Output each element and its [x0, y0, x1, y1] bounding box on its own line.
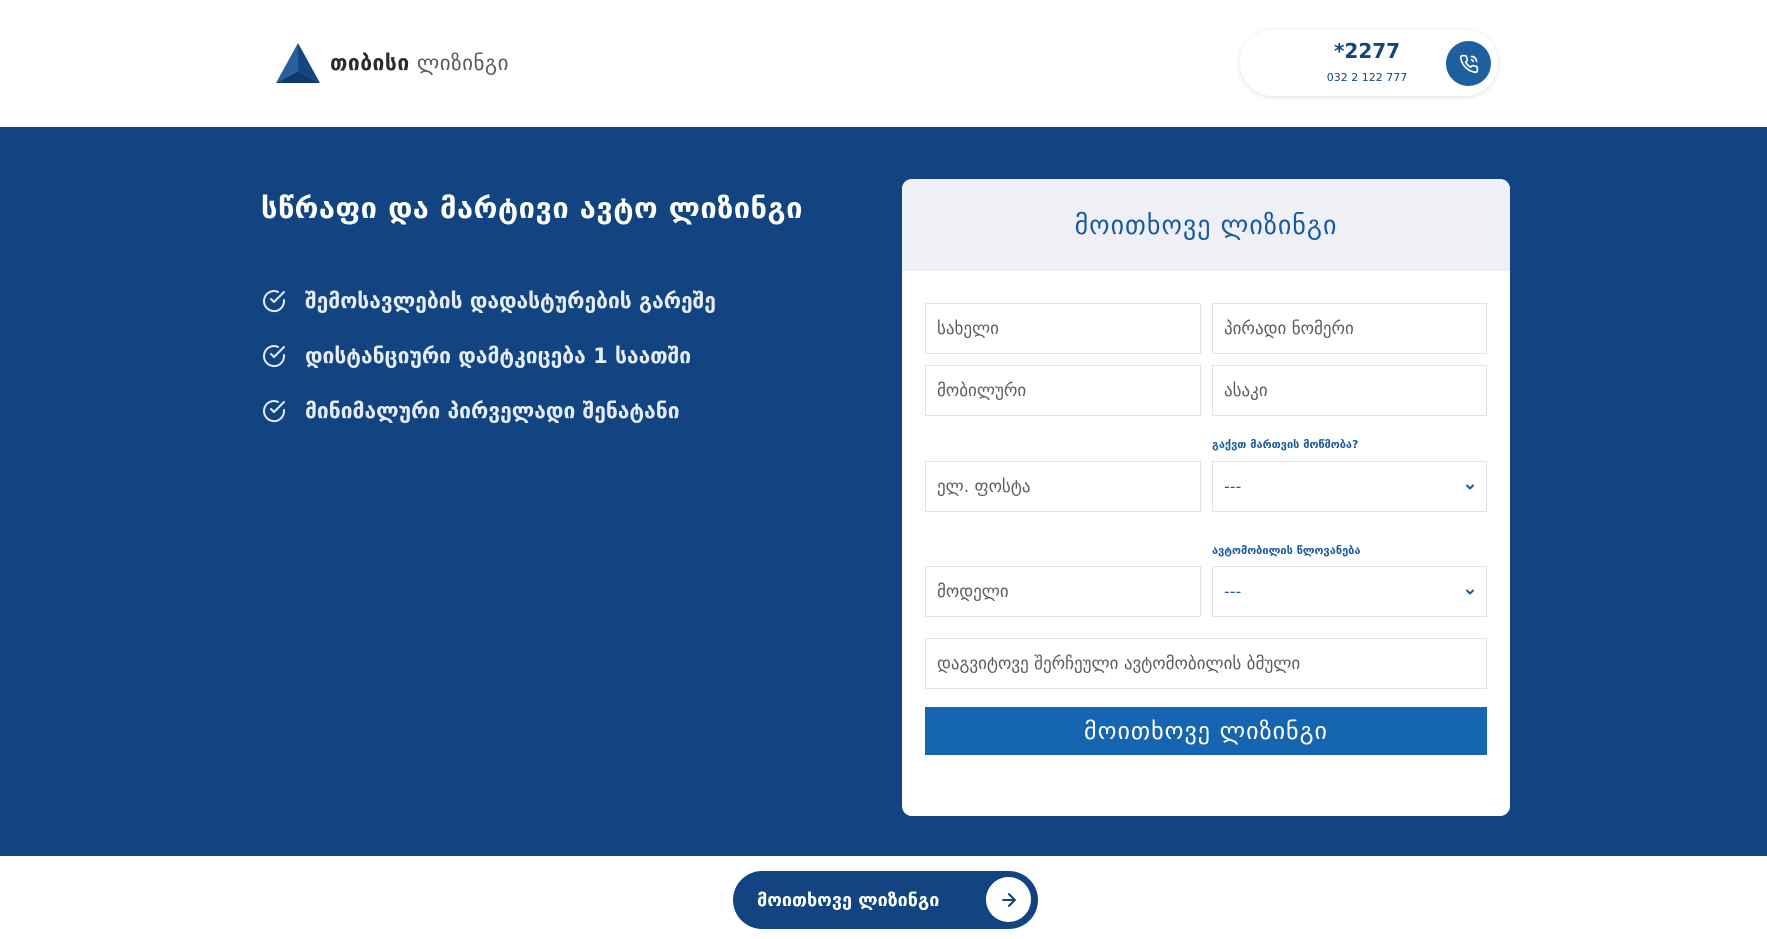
form-header: მოითხოვე ლიზინგი: [902, 179, 1510, 271]
car-year-select[interactable]: ---: [1212, 566, 1487, 617]
chevron-down-icon: [1466, 484, 1474, 490]
logo-mark-icon: [276, 43, 320, 83]
hero-title: სწრაფი და მარტივი ავტო ლიზინგი: [261, 191, 803, 225]
car-link-input[interactable]: [925, 638, 1487, 689]
license-select-value: ---: [1224, 477, 1242, 496]
feature-text: დისტანციური დამტკიცება 1 საათში: [305, 343, 692, 368]
form-title: მოითხოვე ლიზინგი: [1074, 211, 1338, 241]
logo-text-bold: თიბისი: [330, 51, 410, 75]
phone-short-number: *2277: [1333, 39, 1401, 63]
check-circle-icon: [263, 399, 286, 422]
logo[interactable]: თიბისი ლიზინგი: [274, 41, 509, 85]
feature-item: შემოსავლების დადასტურების გარეშე: [261, 273, 716, 328]
check-circle-icon: [263, 289, 286, 312]
hero-section: სწრაფი და მარტივი ავტო ლიზინგი შემოსავლე…: [0, 127, 1767, 856]
phone-long-number: 032 2 122 777: [1326, 71, 1408, 84]
logo-text-light: ლიზინგი: [416, 51, 510, 75]
age-input[interactable]: [1212, 365, 1487, 416]
personal-id-input[interactable]: [1212, 303, 1487, 354]
cta-button[interactable]: მოითხოვე ლიზინგი: [733, 871, 1038, 929]
mobile-input[interactable]: [925, 365, 1201, 416]
site-header: თიბისი ლიზინგი *2277 032 2 122 777: [0, 0, 1767, 127]
logo-text: თიბისი ლიზინგი: [330, 51, 509, 75]
check-circle-icon: [263, 344, 286, 367]
feature-item: მინიმალური პირველადი შენატანი: [261, 383, 716, 438]
feature-text: შემოსავლების დადასტურების გარეშე: [305, 288, 716, 313]
car-year-label: ავტომობილის წლოვანება: [1212, 544, 1361, 557]
chevron-down-icon: [1466, 589, 1474, 595]
leasing-request-form: მოითხოვე ლიზინგი გაქვთ მართვის მოწმობა? …: [902, 179, 1510, 816]
cta-label: მოითხოვე ლიზინგი: [757, 889, 940, 911]
phone-icon: [1459, 54, 1478, 73]
feature-text: მინიმალური პირველადი შენატანი: [305, 398, 680, 423]
license-label: გაქვთ მართვის მოწმობა?: [1212, 438, 1359, 451]
car-year-select-value: ---: [1224, 582, 1242, 601]
phone-contact[interactable]: *2277 032 2 122 777: [1240, 30, 1498, 96]
feature-item: დისტანციური დამტკიცება 1 საათში: [261, 328, 716, 383]
name-input[interactable]: [925, 303, 1201, 354]
license-select[interactable]: ---: [1212, 461, 1487, 512]
cta-arrow-button[interactable]: [986, 877, 1031, 922]
arrow-right-icon: [1001, 892, 1016, 907]
feature-list: შემოსავლების დადასტურების გარეშე დისტანც…: [261, 273, 716, 438]
model-input[interactable]: [925, 566, 1201, 617]
submit-button[interactable]: მოითხოვე ლიზინგი: [925, 707, 1487, 755]
email-input[interactable]: [925, 461, 1201, 512]
phone-button[interactable]: [1446, 41, 1491, 86]
